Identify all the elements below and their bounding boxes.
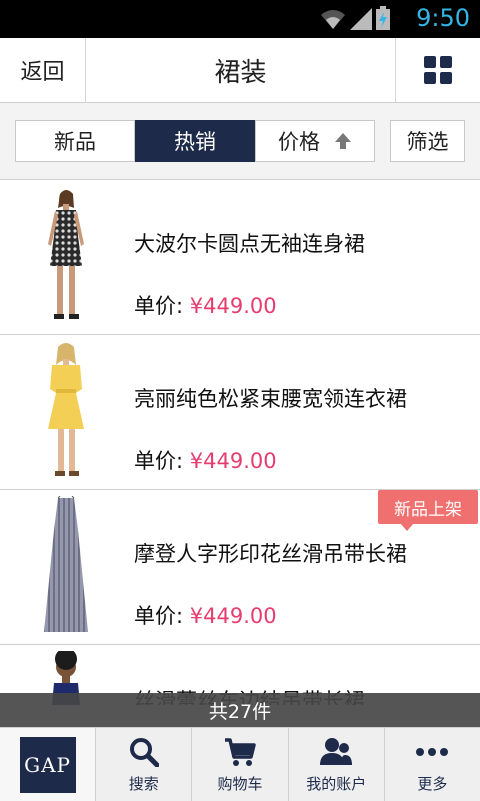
badge-label: 新品上架 — [394, 499, 462, 520]
status-time: 9:50 — [416, 4, 470, 32]
tab-search[interactable]: 搜索 — [96, 728, 193, 801]
cart-icon — [225, 738, 256, 766]
grid-icon — [424, 56, 452, 84]
product-price-row: 单价: ¥449.00 — [134, 445, 277, 475]
status-bar: 9:50 — [0, 0, 480, 38]
arrow-up-icon — [335, 133, 351, 149]
product-list: 大波尔卡圆点无袖连身裙 单价: ¥449.00 亮丽纯色松紧束腰宽领连衣裙 单价… — [0, 180, 480, 705]
tab-cart-label: 购物车 — [217, 775, 263, 793]
tab-more-label: 更多 — [417, 775, 448, 793]
gap-logo: GAP — [19, 736, 76, 793]
price-value: ¥449.00 — [189, 294, 277, 318]
price-label: 单价: — [134, 449, 184, 473]
product-item[interactable]: 新品上架 摩登人字形印花丝滑吊带长裙 单价: ¥449.00 — [0, 490, 480, 645]
header: 返回 裙装 — [0, 38, 480, 103]
product-image — [44, 496, 88, 632]
product-price-row: 单价: ¥449.00 — [134, 600, 277, 630]
product-price-row: 单价: ¥449.00 — [134, 290, 277, 320]
price-label: 单价: — [134, 294, 184, 318]
search-icon — [129, 738, 159, 767]
sort-price-label: 价格 — [278, 130, 320, 154]
price-label: 单价: — [134, 604, 184, 628]
tab-home-logo[interactable]: GAP — [0, 728, 97, 801]
signal-icon — [350, 8, 372, 30]
sort-hot-button[interactable]: 热销 — [135, 120, 255, 162]
item-count-bar: 共27件 — [0, 693, 480, 727]
product-name: 摩登人字形印花丝滑吊带长裙 — [134, 542, 407, 566]
product-item[interactable]: 亮丽纯色松紧束腰宽领连衣裙 单价: ¥449.00 — [0, 335, 480, 490]
sort-price-button[interactable]: 价格 — [255, 120, 375, 162]
back-button[interactable]: 返回 — [0, 38, 86, 102]
more-icon — [416, 748, 449, 756]
status-icons — [320, 6, 390, 30]
product-name: 大波尔卡圆点无袖连身裙 — [134, 232, 365, 256]
tab-search-label: 搜索 — [128, 775, 159, 793]
product-item[interactable]: 大波尔卡圆点无袖连身裙 单价: ¥449.00 — [0, 180, 480, 335]
price-value: ¥449.00 — [189, 449, 277, 473]
product-image — [48, 190, 84, 319]
filter-button[interactable]: 筛选 — [390, 120, 465, 162]
bottom-tab-bar: GAP 搜索 购物车 我的账户 更多 — [0, 727, 480, 801]
tab-cart[interactable]: 购物车 — [192, 728, 289, 801]
new-arrival-badge: 新品上架 — [378, 490, 478, 531]
wifi-icon — [321, 10, 345, 29]
product-name: 亮丽纯色松紧束腰宽领连衣裙 — [134, 387, 407, 411]
sort-filter-bar: 新品 热销 价格 筛选 — [0, 103, 480, 180]
product-image — [48, 343, 84, 476]
badge-tail — [400, 523, 414, 531]
battery-icon — [376, 6, 390, 30]
tab-account[interactable]: 我的账户 — [289, 728, 385, 801]
tab-account-label: 我的账户 — [306, 775, 367, 793]
sort-new-button[interactable]: 新品 — [15, 120, 135, 162]
account-icon — [320, 738, 353, 765]
price-value: ¥449.00 — [189, 604, 277, 628]
page-title: 裙装 — [214, 57, 267, 88]
grid-view-button[interactable] — [395, 38, 480, 102]
tab-more[interactable]: 更多 — [385, 728, 480, 801]
